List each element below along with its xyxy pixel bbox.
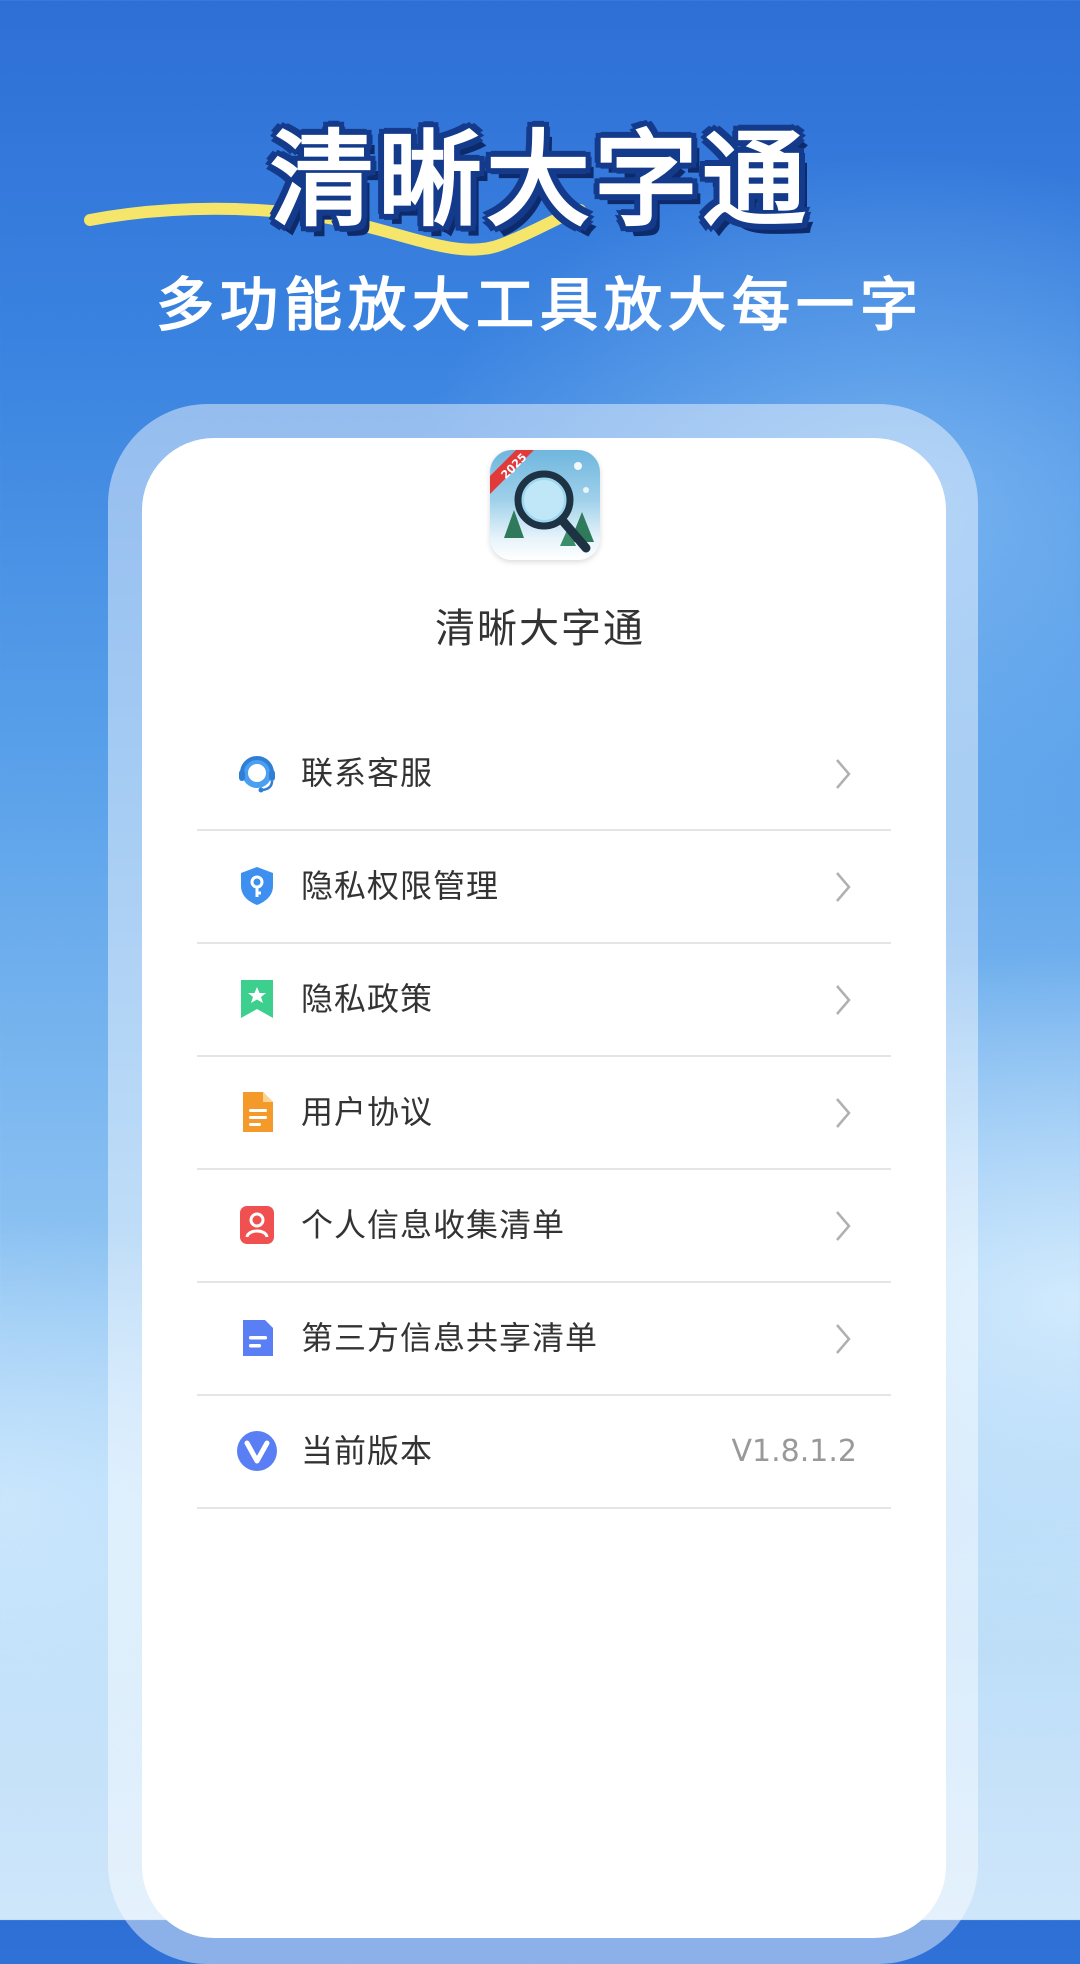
menu-item-privacy-policy[interactable]: 隐私政策 <box>197 944 891 1057</box>
menu-label: 第三方信息共享清单 <box>301 1319 599 1357</box>
hero-title: 清晰大字通 <box>269 119 810 241</box>
menu-label: 隐私权限管理 <box>301 867 500 905</box>
menu-label: 当前版本 <box>301 1432 434 1470</box>
menu-label: 联系客服 <box>301 754 434 792</box>
settings-menu: 联系客服 隐私权限管理 隐私政策 用户协议 个人信息收集清单 第三方信息共享清单… <box>197 718 891 1509</box>
hero-subtitle: 多功能放大工具放大每一字 <box>155 271 924 339</box>
app-name: 清晰大字通 <box>435 606 645 652</box>
menu-label: 隐私政策 <box>301 980 434 1018</box>
file-lines-icon <box>243 1320 273 1356</box>
chevron-right-icon <box>836 1324 851 1354</box>
menu-item-privacy-permissions[interactable]: 隐私权限管理 <box>197 831 891 944</box>
shield-key-icon <box>241 867 273 905</box>
magnifier-icon: 2025 <box>490 450 594 553</box>
headset-icon <box>239 756 275 793</box>
chevron-right-icon <box>836 759 851 789</box>
menu-item-contact-support[interactable]: 联系客服 <box>197 718 891 831</box>
menu-item-user-agreement[interactable]: 用户协议 <box>197 1057 891 1170</box>
menu-item-third-party-sharing-list[interactable]: 第三方信息共享清单 <box>197 1283 891 1396</box>
chevron-right-icon <box>836 985 851 1015</box>
menu-item-current-version: 当前版本 V1.8.1.2 <box>197 1396 891 1509</box>
document-icon <box>243 1092 273 1132</box>
bookmark-star-icon <box>241 980 273 1018</box>
menu-label: 用户协议 <box>301 1093 434 1131</box>
menu-item-personal-info-list[interactable]: 个人信息收集清单 <box>197 1170 891 1283</box>
version-value: V1.8.1.2 <box>731 1434 857 1469</box>
chevron-right-icon <box>836 1098 851 1128</box>
menu-label: 个人信息收集清单 <box>301 1206 566 1244</box>
chevron-right-icon <box>836 1211 851 1241</box>
person-card-icon <box>240 1206 274 1244</box>
v-logo-icon <box>237 1431 277 1471</box>
app-icon: 2025 <box>490 450 600 560</box>
chevron-right-icon <box>836 872 851 902</box>
